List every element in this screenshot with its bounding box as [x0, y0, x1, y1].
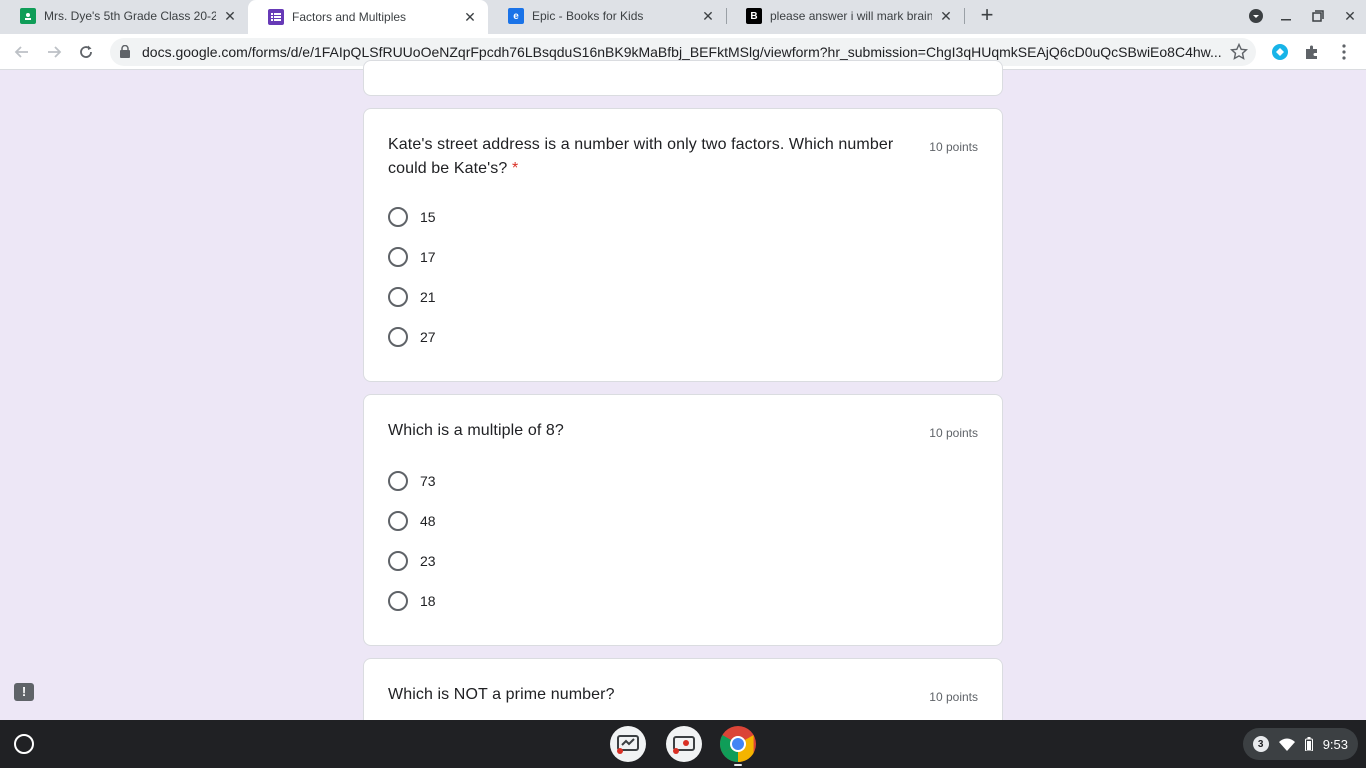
close-icon[interactable]: ✕	[462, 9, 478, 25]
tab-title: Mrs. Dye's 5th Grade Class 20-21	[44, 9, 216, 23]
option-label: 18	[420, 593, 436, 609]
radio-button[interactable]	[388, 287, 408, 307]
required-mark: *	[511, 160, 519, 177]
tab-factors-and-multiples[interactable]: Factors and Multiples ✕	[248, 0, 488, 34]
option-label: 23	[420, 553, 436, 569]
close-window-icon[interactable]: ✕	[1340, 6, 1360, 26]
tab-search-icon[interactable]	[1246, 6, 1266, 26]
launcher-icon[interactable]	[14, 734, 34, 754]
active-app-indicator	[734, 764, 742, 766]
bookmark-star-icon[interactable]	[1229, 42, 1249, 64]
option-label: 27	[420, 329, 436, 345]
option-label: 21	[420, 289, 436, 305]
status-tray[interactable]: 3 9:53	[1242, 728, 1358, 760]
question-card: Which is a multiple of 8? 10 points 73 4…	[363, 394, 1003, 646]
close-icon[interactable]: ✕	[700, 8, 716, 24]
notification-count: 3	[1252, 736, 1269, 752]
close-icon[interactable]: ✕	[222, 8, 238, 24]
option-18[interactable]: 18	[388, 589, 436, 613]
tab-strip: Mrs. Dye's 5th Grade Class 20-21 ✕ Facto…	[0, 0, 1366, 34]
puzzle-extensions-icon[interactable]	[1300, 40, 1324, 64]
screencast-icon[interactable]	[610, 726, 646, 762]
restore-icon[interactable]	[1308, 6, 1328, 26]
chrome-icon[interactable]	[720, 726, 756, 762]
tab-brainly[interactable]: B please answer i will mark brainliest ✕	[726, 0, 964, 32]
screen-recorder-icon[interactable]	[666, 726, 702, 762]
classroom-icon	[20, 8, 36, 24]
extension-icon[interactable]	[1268, 40, 1292, 64]
tab-epic[interactable]: e Epic - Books for Kids ✕	[488, 0, 726, 32]
brainly-icon: B	[746, 8, 762, 24]
option-15[interactable]: 15	[388, 205, 436, 229]
option-label: 73	[420, 473, 436, 489]
tab-title: Factors and Multiples	[292, 10, 407, 24]
minimize-icon[interactable]	[1276, 6, 1296, 26]
option-label: 17	[420, 249, 436, 265]
wifi-icon	[1278, 738, 1295, 751]
battery-icon	[1304, 737, 1313, 751]
reload-icon[interactable]	[74, 40, 98, 64]
epic-icon: e	[508, 8, 524, 24]
tab-divider	[964, 8, 965, 24]
question-card: Kate's street address is a number with o…	[363, 108, 1003, 382]
radio-button[interactable]	[388, 511, 408, 531]
option-21[interactable]: 21	[388, 285, 436, 309]
forms-icon	[268, 9, 284, 25]
system-shelf: 3 9:53	[0, 720, 1366, 768]
option-17[interactable]: 17	[388, 245, 436, 269]
radio-button[interactable]	[388, 551, 408, 571]
points-label: 10 points	[929, 690, 978, 704]
tab-title: please answer i will mark brainliest	[770, 9, 932, 23]
tab-classroom[interactable]: Mrs. Dye's 5th Grade Class 20-21 ✕	[0, 0, 248, 32]
option-27[interactable]: 27	[388, 325, 436, 349]
points-label: 10 points	[929, 140, 978, 154]
radio-button[interactable]	[388, 327, 408, 347]
question-title: Which is a multiple of 8?	[388, 422, 564, 439]
clock: 9:53	[1322, 736, 1348, 752]
radio-button[interactable]	[388, 471, 408, 491]
option-label: 15	[420, 209, 436, 225]
option-label: 48	[420, 513, 436, 529]
radio-button[interactable]	[388, 247, 408, 267]
tab-title: Epic - Books for Kids	[532, 9, 644, 23]
radio-button[interactable]	[388, 207, 408, 227]
radio-button[interactable]	[388, 591, 408, 611]
option-48[interactable]: 48	[388, 509, 436, 533]
new-tab-button[interactable]: +	[976, 4, 998, 27]
kebab-menu-icon[interactable]	[1332, 40, 1356, 64]
back-arrow-icon[interactable]	[10, 40, 34, 64]
question-title: Kate's street address is a number with o…	[388, 136, 894, 177]
lock-icon[interactable]	[120, 44, 130, 61]
points-label: 10 points	[929, 426, 978, 440]
forward-arrow-icon[interactable]	[42, 40, 66, 64]
close-icon[interactable]: ✕	[938, 8, 954, 24]
feedback-icon[interactable]: !	[14, 683, 34, 701]
previous-question-card	[363, 60, 1003, 96]
question-title: Which is NOT a prime number?	[388, 686, 615, 703]
url-text: docs.google.com/forms/d/e/1FAIpQLSfRUUoO…	[142, 44, 1222, 60]
option-23[interactable]: 23	[388, 549, 436, 573]
option-73[interactable]: 73	[388, 469, 436, 493]
